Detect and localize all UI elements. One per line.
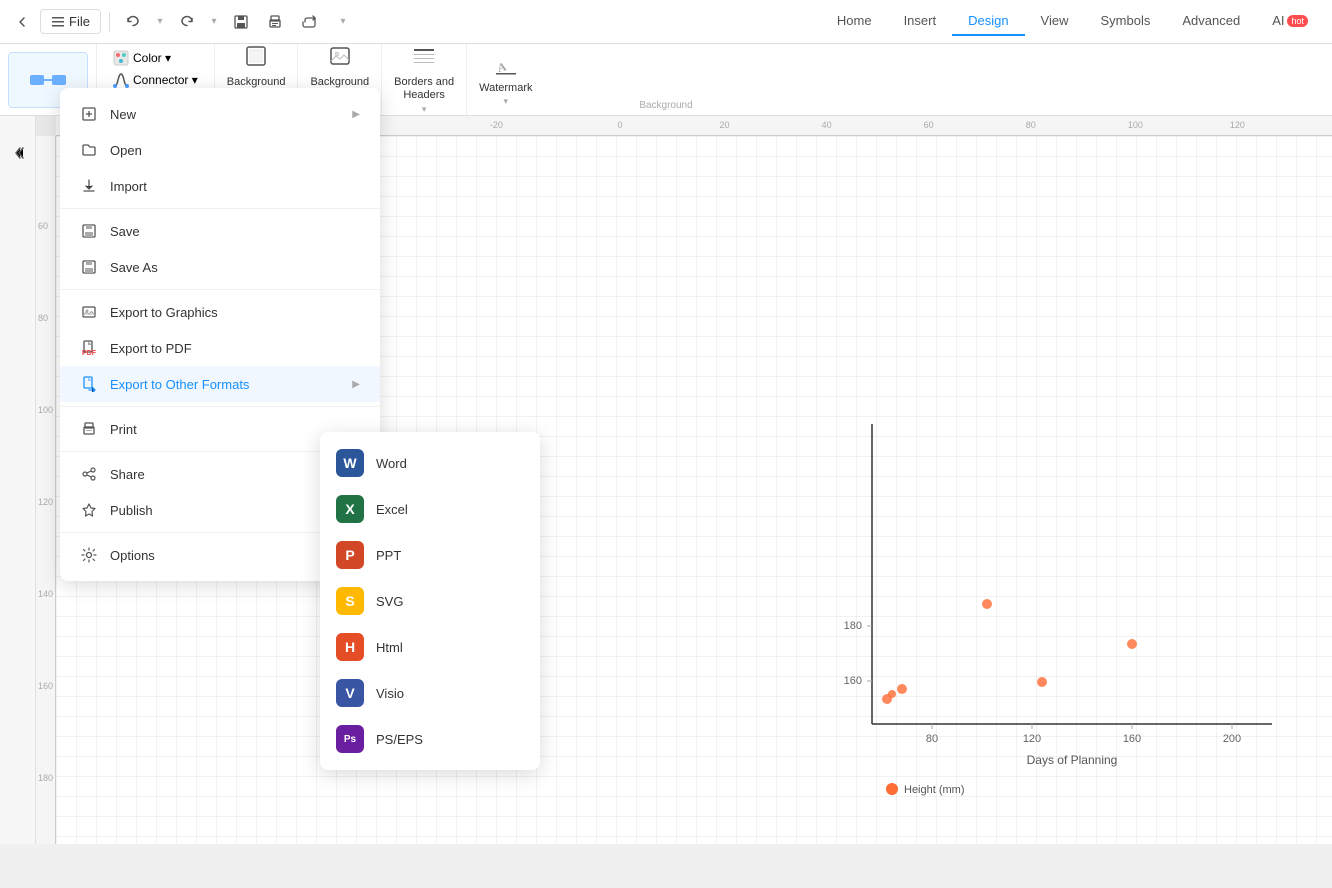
menu-item-export-graphics[interactable]: Export to Graphics	[60, 294, 380, 330]
pseps-label: PS/EPS	[376, 732, 423, 747]
visio-label: Visio	[376, 686, 404, 701]
submenu-word[interactable]: W Word	[320, 440, 540, 486]
back-button[interactable]	[8, 8, 36, 36]
import-label: Import	[110, 179, 147, 194]
ppt-icon: P	[336, 541, 364, 569]
tab-design[interactable]: Design	[952, 7, 1024, 36]
excel-icon: X	[336, 495, 364, 523]
export-other-icon	[80, 375, 98, 393]
options-icon	[80, 546, 98, 564]
new-arrow: ▶	[352, 109, 360, 120]
word-icon: W	[336, 449, 364, 477]
export-graphics-icon	[80, 303, 98, 321]
submenu-html[interactable]: H Html	[320, 624, 540, 670]
connector-tool[interactable]: Connector ▾	[109, 70, 202, 90]
tab-view[interactable]: View	[1025, 7, 1085, 36]
submenu-visio[interactable]: V Visio	[320, 670, 540, 716]
export-other-label: Export to Other Formats	[110, 377, 249, 392]
undo-dropdown[interactable]: ▾	[152, 7, 168, 37]
submenu-excel[interactable]: X Excel	[320, 486, 540, 532]
divider-1	[60, 208, 380, 209]
share-button[interactable]	[294, 7, 324, 37]
import-icon	[80, 177, 98, 195]
svg-icon: S	[336, 587, 364, 615]
svg-label: SVG	[376, 594, 403, 609]
svg-text:A: A	[496, 59, 508, 75]
print-menu-icon	[80, 420, 98, 438]
word-label: Word	[376, 456, 407, 471]
tab-home[interactable]: Home	[821, 7, 888, 36]
file-menu-overlay[interactable]: New ▶ Open Import	[0, 88, 1332, 888]
submenu-svg[interactable]: S SVG	[320, 578, 540, 624]
pseps-icon: Ps	[336, 725, 364, 753]
menu-item-export-other[interactable]: Export to Other Formats ▶	[60, 366, 380, 402]
undo-button[interactable]	[118, 7, 148, 37]
save-label: Save	[110, 224, 140, 239]
share-label: Share	[110, 467, 145, 482]
share-menu-icon	[80, 465, 98, 483]
export-pdf-icon: PDF	[80, 339, 98, 357]
menu-item-import[interactable]: Import	[60, 168, 380, 204]
print-label: Print	[110, 422, 137, 437]
publish-label: Publish	[110, 503, 153, 518]
open-icon	[80, 141, 98, 159]
redo-dropdown[interactable]: ▾	[206, 7, 222, 37]
redo-button[interactable]	[172, 7, 202, 37]
svg-text:PDF: PDF	[82, 350, 97, 356]
submenu-pseps[interactable]: Ps PS/EPS	[320, 716, 540, 762]
save-as-icon	[80, 258, 98, 276]
new-icon	[80, 105, 98, 123]
menu-item-save[interactable]: Save	[60, 213, 380, 249]
more-button[interactable]: ▾	[328, 7, 358, 37]
app-layout: Color ▾ Connector ▾ T Text ▾ BackgroundC…	[0, 44, 1332, 844]
visio-icon: V	[336, 679, 364, 707]
options-label: Options	[110, 548, 155, 563]
publish-icon	[80, 501, 98, 519]
export-submenu: W Word X Excel P PPT S SVG H Html	[320, 432, 540, 770]
divider-2	[60, 289, 380, 290]
save-button[interactable]	[226, 7, 256, 37]
save-menu-icon	[80, 222, 98, 240]
export-pdf-label: Export to PDF	[110, 341, 192, 356]
ppt-label: PPT	[376, 548, 401, 563]
file-menu-button[interactable]: File	[40, 9, 101, 34]
export-other-arrow: ▶	[352, 379, 360, 390]
divider-3	[60, 406, 380, 407]
excel-label: Excel	[376, 502, 408, 517]
separator	[109, 12, 110, 32]
menu-item-export-pdf[interactable]: PDF Export to PDF	[60, 330, 380, 366]
nav-tabs: Home Insert Design View Symbols Advanced…	[821, 7, 1324, 36]
tab-advanced[interactable]: Advanced	[1166, 7, 1256, 36]
html-label: Html	[376, 640, 403, 655]
color-tool[interactable]: Color ▾	[109, 48, 202, 68]
menu-item-save-as[interactable]: Save As	[60, 249, 380, 285]
save-as-label: Save As	[110, 260, 158, 275]
new-label: New	[110, 107, 136, 122]
menu-item-open[interactable]: Open	[60, 132, 380, 168]
tab-insert[interactable]: Insert	[888, 7, 953, 36]
html-icon: H	[336, 633, 364, 661]
submenu-ppt[interactable]: P PPT	[320, 532, 540, 578]
titlebar: File ▾ ▾ ▾ Home Insert Design View Symbo…	[0, 0, 1332, 44]
tab-symbols[interactable]: Symbols	[1085, 7, 1167, 36]
menu-item-new[interactable]: New ▶	[60, 96, 380, 132]
open-label: Open	[110, 143, 142, 158]
print-button[interactable]	[260, 7, 290, 37]
tab-ai[interactable]: AI hot	[1256, 7, 1324, 36]
file-label: File	[69, 14, 90, 29]
export-graphics-label: Export to Graphics	[110, 305, 218, 320]
